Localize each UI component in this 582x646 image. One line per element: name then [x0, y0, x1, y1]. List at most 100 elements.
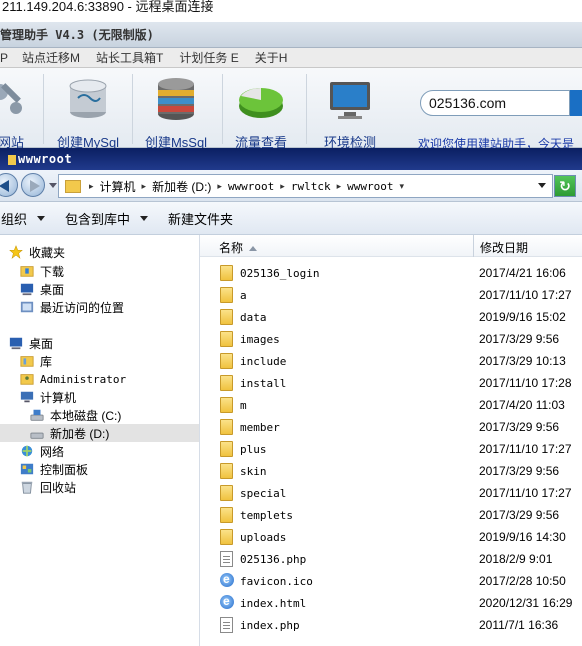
tool-traffic-view-button[interactable]: 流量查看 [226, 72, 296, 150]
nav-item-local-disk-c[interactable]: 本地磁盘 (C:) [29, 406, 121, 424]
helper-menu-site-migrate[interactable]: 站点迁移M [22, 48, 80, 67]
helper-app-title: 管理助手 V4.3 (无限制版) [0, 22, 582, 48]
tool-website-button[interactable]: 网站 [0, 72, 36, 150]
file-row[interactable]: include 2017/3/29 10:13 [200, 350, 582, 372]
file-row[interactable]: special 2017/11/10 17:27 [200, 482, 582, 504]
file-name: index.html [240, 597, 307, 610]
refresh-button[interactable]: ↻ [554, 175, 576, 197]
address-bar[interactable]: ▸ 计算机 ▸ 新加卷 (D:) ▸ wwwroot ▸ rwltck ▸ wwwroo… [58, 174, 553, 198]
helper-search-input[interactable]: 025136.com [420, 90, 570, 116]
file-row[interactable]: 025136_login 2017/4/21 16:06 [200, 262, 582, 284]
folder-icon [220, 265, 233, 281]
breadcrumb-wwwroot-current[interactable]: wwwroot ▾ [347, 180, 410, 193]
file-row[interactable]: favicon.ico 2017/2/28 10:50 [200, 570, 582, 592]
column-header-date[interactable]: 修改日期 [480, 239, 528, 256]
file-modified-date: 2017/11/10 17:27 [479, 486, 572, 500]
helper-menu-item[interactable]: P [0, 48, 8, 67]
nav-item-recent-places[interactable]: 最近访问的位置 [19, 298, 124, 316]
file-row[interactable]: skin 2017/3/29 9:56 [200, 460, 582, 482]
file-row[interactable]: install 2017/11/10 17:28 [200, 372, 582, 394]
address-dropdown-icon[interactable] [538, 183, 546, 188]
file-modified-date: 2017/3/29 9:56 [479, 464, 560, 478]
file-modified-date: 2017/3/29 10:13 [479, 354, 566, 368]
nav-item-desktop-root[interactable]: 桌面 [8, 334, 53, 352]
folder-icon [220, 287, 233, 303]
user-folder-icon [20, 374, 34, 385]
nav-item-desktop-fav[interactable]: 桌面 [19, 280, 64, 298]
helper-menu-scheduled-tasks[interactable]: 计划任务 E [179, 48, 238, 67]
new-folder-button[interactable]: 新建文件夹 [168, 209, 233, 228]
breadcrumb-wwwroot[interactable]: wwwroot ▸ [228, 180, 291, 193]
pie-chart-icon [239, 88, 283, 118]
file-name: 025136_login [240, 267, 320, 280]
breadcrumb-rwltck[interactable]: rwltck ▸ [291, 180, 347, 193]
file-name: install [240, 377, 287, 390]
folder-icon [220, 441, 233, 457]
file-modified-date: 2017/11/10 17:28 [479, 376, 572, 390]
command-bar: 组织 包含到库中 新建文件夹 [0, 202, 582, 235]
organize-button[interactable]: 组织 [1, 209, 46, 228]
chevron-down-icon [37, 215, 46, 221]
library-icon [20, 356, 34, 367]
forward-arrow-icon [30, 180, 40, 192]
nav-item-favorites[interactable]: 收藏夹 [8, 243, 65, 261]
file-name: member [240, 421, 280, 434]
file-modified-date: 2011/7/1 16:36 [479, 618, 559, 632]
monitor-icon [330, 82, 370, 119]
nav-item-downloads[interactable]: 下载 [19, 262, 64, 280]
file-row[interactable]: uploads 2019/9/16 14:30 [200, 526, 582, 548]
include-in-library-button[interactable]: 包含到库中 [65, 209, 149, 228]
nav-item-control-panel[interactable]: 控制面板 [19, 460, 88, 478]
mssql-database-icon [158, 78, 194, 120]
file-row[interactable]: plus 2017/11/10 17:27 [200, 438, 582, 460]
folder-icon [220, 309, 233, 325]
file-row[interactable]: m 2017/4/20 11:03 [200, 394, 582, 416]
column-header-name[interactable]: 名称 [219, 239, 258, 256]
breadcrumb-computer[interactable]: 计算机 ▸ [100, 178, 153, 195]
back-button[interactable] [0, 173, 18, 197]
file-modified-date: 2017/4/20 11:03 [479, 398, 565, 412]
tool-create-mssql-button[interactable]: 创建MsSql [134, 72, 218, 150]
file-name: images [240, 333, 280, 346]
recent-pages-dropdown-icon[interactable] [49, 183, 57, 188]
file-row[interactable]: templets 2017/3/29 9:56 [200, 504, 582, 526]
tool-env-check-button[interactable]: 环境检测 [312, 72, 388, 150]
forward-button[interactable] [21, 173, 45, 197]
file-row[interactable]: 025136.php 2018/2/9 9:01 [200, 548, 582, 570]
file-row[interactable]: index.html 2020/12/31 16:29 [200, 592, 582, 614]
folder-icon [8, 154, 16, 165]
file-name: uploads [240, 531, 287, 544]
folder-icon [220, 419, 233, 435]
wrench-icon [0, 83, 22, 114]
folder-icon [220, 507, 233, 523]
file-modified-date: 2017/2/28 10:50 [479, 574, 566, 588]
file-row[interactable]: data 2019/9/16 15:02 [200, 306, 582, 328]
nav-item-libraries[interactable]: 库 [19, 352, 52, 370]
folder-icon [220, 397, 233, 413]
nav-item-computer[interactable]: 计算机 [19, 388, 76, 406]
nav-item-administrator[interactable]: Administrator [19, 370, 126, 388]
tool-create-mysql-button[interactable]: 创建MySql [46, 72, 130, 150]
recent-places-icon [20, 301, 34, 313]
back-arrow-icon [0, 180, 9, 192]
folder-icon [65, 179, 81, 193]
drive-icon [30, 432, 44, 439]
file-row[interactable]: a 2017/11/10 17:27 [200, 284, 582, 306]
nav-item-recycle-bin[interactable]: 回收站 [19, 478, 76, 496]
file-row[interactable]: images 2017/3/29 9:56 [200, 328, 582, 350]
helper-menu-about[interactable]: 关于H [255, 48, 288, 67]
file-modified-date: 2018/2/9 9:01 [479, 552, 553, 566]
helper-search-button[interactable] [570, 90, 582, 116]
file-row[interactable]: index.php 2011/7/1 16:36 [200, 614, 582, 636]
breadcrumb-drive-d[interactable]: 新加卷 (D:) ▸ [152, 178, 228, 195]
navigation-pane: 收藏夹 下载 桌面 最近访问的位置 桌面 库 Administrator 计算机… [0, 235, 200, 646]
file-row[interactable]: member 2017/3/29 9:56 [200, 416, 582, 438]
file-name: index.php [240, 619, 300, 632]
folder-icon [220, 485, 233, 501]
file-modified-date: 2020/12/31 16:29 [479, 596, 573, 610]
php-file-icon [220, 617, 233, 633]
helper-menu-toolbox[interactable]: 站长工具箱T [96, 48, 163, 67]
nav-item-network[interactable]: 网络 [19, 442, 64, 460]
nav-item-new-volume-d[interactable]: 新加卷 (D:) [0, 424, 199, 442]
control-panel-icon [20, 463, 34, 475]
